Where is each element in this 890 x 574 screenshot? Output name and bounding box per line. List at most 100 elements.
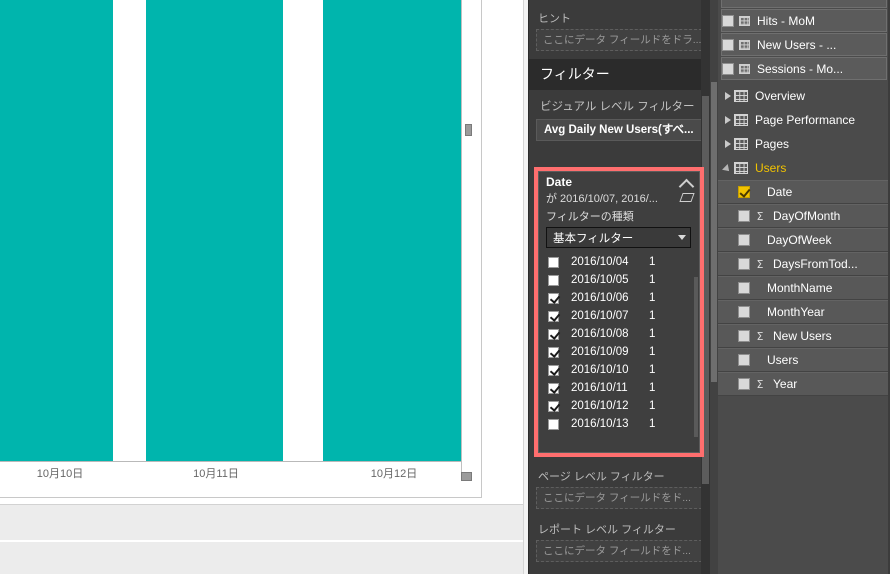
filter-card-date-header[interactable]: Date [539,172,699,189]
filters-pane-scrollbar-thumb[interactable] [702,96,709,484]
date-list-item[interactable]: 2016/10/13 1 [539,415,699,433]
date-count: 1 [649,382,656,394]
date-list-item[interactable]: 2016/10/10 1 [539,361,699,379]
bar-1[interactable] [146,0,283,461]
field-row-dayofweek[interactable]: DayOfWeek [718,228,890,252]
field-checkbox[interactable] [738,306,750,318]
date-checkbox[interactable] [548,418,559,430]
measure-icon [739,63,750,74]
date-value-list[interactable]: 2016/10/04 1 2016/10/05 1 2016/10/06 1 2… [539,253,699,433]
chevron-up-icon[interactable] [679,175,695,189]
bar-0[interactable] [0,0,113,461]
date-list-item[interactable]: 2016/10/09 1 [539,343,699,361]
report-level-dropzone[interactable]: ここにデータ フィールドをド... [536,540,702,562]
field-checkbox[interactable] [738,234,750,246]
date-list-item[interactable]: 2016/10/12 1 [539,397,699,415]
filters-pane[interactable]: ヒント ここにデータ フィールドをドラ... フィルター ビジュアル レベル フ… [528,0,710,574]
field-label: Date [767,185,793,199]
filter-card-date-summary-row: が 2016/10/07, 2016/... [539,189,699,206]
table-icon [734,138,748,150]
field-label: DayOfMonth [773,209,841,223]
field-label: DayOfWeek [767,233,832,247]
field-label: MonthName [767,281,833,295]
page-level-filters-section: ページ レベル フィルター ここにデータ フィールドをド... [528,462,710,517]
date-count: 1 [649,364,656,376]
table-row-overview[interactable]: Overview [718,84,890,108]
date-checkbox[interactable] [548,328,559,340]
date-list-item[interactable]: 2016/10/11 1 [539,379,699,397]
chevron-right-icon[interactable] [722,90,734,102]
date-label: 2016/10/09 [571,346,629,358]
filter-kind-select[interactable]: 基本フィルター [546,227,691,248]
sigma-icon: Σ [756,209,764,223]
field-row-new-users[interactable]: Σ New Users [718,324,890,348]
measure-checkbox[interactable] [722,38,734,51]
measure-row-hits-mom[interactable]: Hits - MoM [721,9,887,32]
table-row-pages[interactable]: Pages [718,132,890,156]
filters-pane-header: フィルター [528,59,710,90]
visual-resize-handle-corner[interactable] [461,472,472,481]
chevron-right-icon[interactable] [722,138,734,150]
measure-row-sessions-mom[interactable]: Sessions - Mo... [721,57,887,80]
field-row-users[interactable]: Users [718,348,890,372]
date-checkbox[interactable] [548,400,559,412]
field-row-monthname[interactable]: MonthName [718,276,890,300]
field-label: DaysFromTod... [773,257,858,271]
table-icon [734,114,748,126]
date-checkbox[interactable] [548,274,559,286]
sigma-icon: Σ [756,257,764,271]
filter-card-avg-daily-new-users[interactable]: Avg Daily New Users(すべ... [536,119,702,141]
field-checkbox[interactable] [738,210,750,222]
chevron-down-icon[interactable] [678,235,686,240]
field-label: New Users [773,329,832,343]
field-checkbox[interactable] [738,378,750,390]
sigma-icon: Σ [756,377,764,391]
date-list-item[interactable]: 2016/10/07 1 [539,307,699,325]
fields-pane-scrollbar-thumb[interactable] [711,82,717,382]
date-list-item[interactable]: 2016/10/04 1 [539,253,699,271]
field-checkbox[interactable] [738,330,750,342]
table-row-page-performance[interactable]: Page Performance [718,108,890,132]
field-label: Users [767,353,799,367]
date-list-scrollbar[interactable] [694,277,698,437]
report-canvas[interactable]: 10月10日 10月11日 10月12日 [0,0,528,574]
measure-icon [739,15,750,26]
field-checkbox[interactable] [738,354,750,366]
measure-checkbox[interactable] [722,14,734,27]
table-row-users[interactable]: Users [718,156,890,180]
date-checkbox[interactable] [548,346,559,358]
date-checkbox[interactable] [548,310,559,322]
fields-pane[interactable]: Hits - MoM New Users - ... Sessions - Mo… [710,0,890,574]
field-row-date[interactable]: Date [718,180,890,204]
date-label: 2016/10/05 [571,274,629,286]
date-list-item[interactable]: 2016/10/06 1 [539,289,699,307]
chevron-down-icon[interactable] [722,162,734,174]
visual-level-filters-label: ビジュアル レベル フィルター [540,101,695,113]
tooltip-dropzone[interactable]: ここにデータ フィールドをドラ... [536,29,702,51]
measure-checkbox[interactable] [722,62,734,75]
date-list-item[interactable]: 2016/10/05 1 [539,271,699,289]
bar-2[interactable] [323,0,461,461]
date-label: 2016/10/06 [571,292,629,304]
field-row-monthyear[interactable]: MonthYear [718,300,890,324]
chevron-right-icon[interactable] [722,114,734,126]
power-bi-report-screen: 10月10日 10月11日 10月12日 ヒント ここにデータ フィールドをドラ… [0,0,890,574]
date-checkbox[interactable] [548,256,559,268]
date-checkbox[interactable] [548,292,559,304]
date-list-item[interactable]: 2016/10/08 1 [539,325,699,343]
date-checkbox[interactable] [548,382,559,394]
measure-row-clipped[interactable] [721,0,887,8]
clear-filter-eraser-icon[interactable] [679,191,695,205]
field-row-daysfromtoday[interactable]: Σ DaysFromTod... [718,252,890,276]
field-row-dayofmonth[interactable]: Σ DayOfMonth [718,204,890,228]
date-checkbox[interactable] [548,364,559,376]
page-level-dropzone[interactable]: ここにデータ フィールドをド... [536,487,702,509]
field-checkbox[interactable] [738,282,750,294]
field-row-year[interactable]: Σ Year [718,372,890,396]
field-checkbox[interactable] [738,258,750,270]
bar-chart-visual[interactable]: 10月10日 10月11日 10月12日 [0,0,482,498]
filter-card-date[interactable]: Date が 2016/10/07, 2016/... フィルターの種類 基本フ… [538,171,700,453]
visual-resize-handle-right[interactable] [465,124,472,136]
field-checkbox[interactable] [738,186,750,198]
measure-row-new-users-mom[interactable]: New Users - ... [721,33,887,56]
